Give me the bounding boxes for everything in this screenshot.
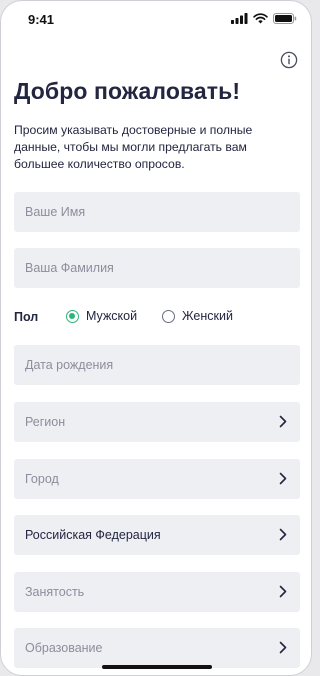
last-name-field[interactable]: Ваша Фамилия	[14, 248, 300, 288]
chevron-right-icon	[279, 472, 287, 485]
chevron-right-icon	[279, 585, 287, 598]
employment-select[interactable]: Занятость	[14, 572, 300, 612]
employment-placeholder: Занятость	[25, 585, 85, 599]
phone-screen: 9:41 Добро пожаловать! Просим указывать …	[0, 0, 312, 676]
gender-selector: Пол Мужской Женский	[14, 307, 300, 329]
education-select[interactable]: Образование	[14, 628, 300, 668]
cellular-signal-icon	[231, 13, 248, 24]
gender-label: Пол	[14, 310, 39, 324]
battery-icon	[273, 13, 297, 24]
education-placeholder: Образование	[25, 641, 103, 655]
chevron-right-icon	[279, 641, 287, 654]
wifi-icon	[253, 13, 268, 24]
info-icon[interactable]	[280, 51, 298, 69]
chevron-right-icon	[279, 528, 287, 541]
page-subtitle: Просим указывать достоверные и полные да…	[14, 123, 253, 171]
region-select[interactable]: Регион	[14, 402, 300, 442]
gender-option-male-label: Мужской	[86, 309, 138, 323]
page-title: Добро пожаловать!	[14, 78, 241, 104]
last-name-placeholder: Ваша Фамилия	[25, 261, 114, 275]
status-bar: 9:41	[1, 1, 311, 41]
radio-unchecked-icon	[162, 309, 175, 323]
first-name-field[interactable]: Ваше Имя	[14, 192, 300, 232]
country-value: Российская Федерация	[25, 528, 161, 542]
gender-option-female-label: Женский	[182, 309, 233, 323]
status-icons	[231, 13, 297, 24]
region-placeholder: Регион	[25, 415, 66, 429]
birthdate-field[interactable]: Дата рождения	[14, 345, 300, 385]
city-select[interactable]: Город	[14, 459, 300, 499]
gender-option-male[interactable]: Мужской	[66, 309, 137, 323]
status-time: 9:41	[28, 12, 55, 27]
city-placeholder: Город	[25, 472, 59, 486]
gender-option-female[interactable]: Женский	[162, 309, 233, 323]
birthdate-placeholder: Дата рождения	[25, 358, 114, 372]
country-select[interactable]: Российская Федерация	[14, 515, 300, 555]
chevron-right-icon	[279, 415, 287, 428]
first-name-placeholder: Ваше Имя	[25, 205, 86, 219]
home-indicator[interactable]	[102, 665, 212, 669]
radio-checked-icon	[66, 309, 79, 323]
